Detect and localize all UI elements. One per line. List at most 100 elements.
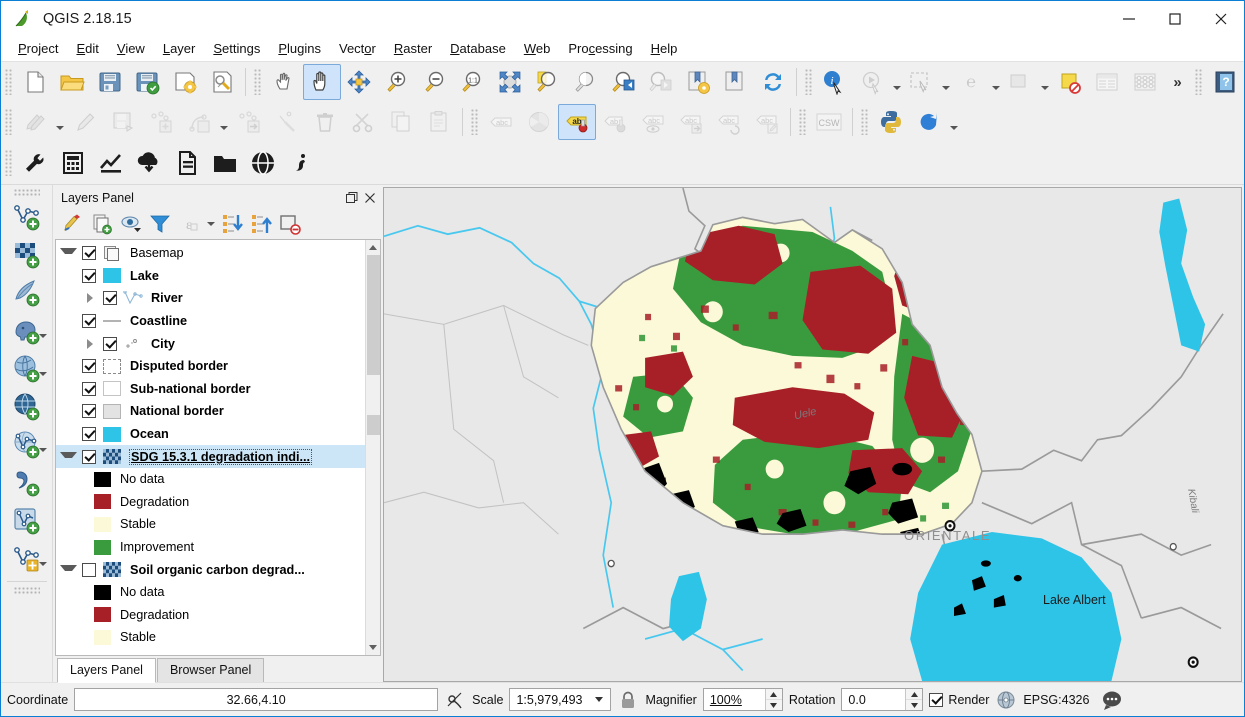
add-raster-layer-button[interactable]: [5, 236, 49, 274]
python-console-button[interactable]: [872, 104, 910, 140]
add-wcs-layer-button[interactable]: [5, 388, 49, 426]
minimize-button[interactable]: [1106, 1, 1152, 36]
coordinate-toggle-icon[interactable]: [444, 689, 466, 711]
layer-node-sdg-degradation[interactable]: SDG 15.3.1 degradation indi...: [56, 445, 365, 468]
stepper-down-icon[interactable]: [906, 700, 922, 710]
layer-node-coastline[interactable]: Coastline: [56, 310, 365, 333]
messages-bubble-icon[interactable]: [1101, 689, 1123, 711]
add-wms-layer-button[interactable]: [5, 350, 49, 388]
select-features-dropdown-caret[interactable]: [940, 64, 952, 100]
menu-raster[interactable]: Raster: [385, 38, 441, 59]
scale-combobox[interactable]: 1:5,979,493: [509, 688, 611, 711]
add-feature-button[interactable]: [142, 104, 180, 140]
menu-view[interactable]: View: [108, 38, 154, 59]
cut-features-button[interactable]: [344, 104, 382, 140]
layer-checkbox-disputed-border[interactable]: [82, 359, 96, 373]
zoom-to-selection-button[interactable]: [529, 64, 567, 100]
lock-scale-icon[interactable]: [617, 689, 639, 711]
layer-node-river[interactable]: River: [56, 287, 365, 310]
new-bookmark-button[interactable]: [679, 64, 717, 100]
magnifier-spinbox[interactable]: 100%: [703, 688, 783, 711]
tab-layers-panel[interactable]: Layers Panel: [57, 658, 156, 683]
plugin-manager-button[interactable]: [910, 104, 948, 140]
layers-tree[interactable]: Basemap Lake: [56, 240, 365, 655]
toolbar-grip[interactable]: [805, 69, 813, 95]
close-panel-icon[interactable]: [361, 189, 379, 207]
zoom-last-button[interactable]: [604, 64, 642, 100]
trends-earth-calculate-button[interactable]: [54, 145, 92, 181]
rotation-stepper[interactable]: [905, 689, 922, 710]
crs-globe-icon[interactable]: [995, 689, 1017, 711]
trends-earth-about-button[interactable]: [282, 145, 320, 181]
node-tool-button[interactable]: [180, 104, 218, 140]
diagram-properties-button[interactable]: [520, 104, 558, 140]
layer-checkbox-coastline[interactable]: [82, 314, 96, 328]
field-calculator-button[interactable]: [1126, 64, 1164, 100]
rotation-spinbox[interactable]: 0.0: [841, 688, 923, 711]
pin-labels-button[interactable]: ab: [596, 104, 634, 140]
layer-checkbox-river[interactable]: [103, 291, 117, 305]
add-vector-layer-button[interactable]: [5, 198, 49, 236]
pan-to-selection-button[interactable]: [341, 64, 379, 100]
trends-earth-visualization-button[interactable]: [244, 145, 282, 181]
layer-node-disputed-border[interactable]: Disputed border: [56, 355, 365, 378]
chevron-down-icon[interactable]: [590, 697, 608, 702]
close-button[interactable]: [1198, 1, 1244, 36]
save-project-as-button[interactable]: [129, 64, 167, 100]
menu-processing[interactable]: Processing: [559, 38, 641, 59]
show-hide-labels-button[interactable]: abc: [634, 104, 672, 140]
zoom-native-button[interactable]: 1:1: [453, 64, 491, 100]
filter-expression-caret[interactable]: [204, 211, 217, 237]
layer-node-national-border[interactable]: National border: [56, 400, 365, 423]
select-features-button[interactable]: [903, 64, 941, 100]
chevron-down-icon[interactable]: [60, 244, 77, 262]
maximize-button[interactable]: [1152, 1, 1198, 36]
identify-features-button[interactable]: i: [816, 64, 854, 100]
toolbar-grip[interactable]: [471, 109, 479, 135]
float-panel-icon[interactable]: [343, 189, 361, 207]
refresh-button[interactable]: [754, 64, 792, 100]
layer-node-lake[interactable]: Lake: [56, 265, 365, 288]
render-checkbox[interactable]: Render: [929, 693, 989, 707]
chevron-down-icon[interactable]: [39, 372, 47, 376]
add-group-button[interactable]: [88, 211, 116, 237]
stepper-down-icon[interactable]: [766, 700, 782, 710]
layer-styling-button[interactable]: [59, 211, 87, 237]
layer-checkbox-ocean[interactable]: [82, 427, 96, 441]
chevron-down-icon[interactable]: [39, 562, 47, 566]
menu-settings[interactable]: Settings: [204, 38, 269, 59]
toolbar-grip[interactable]: [1195, 69, 1203, 95]
menu-help[interactable]: Help: [642, 38, 687, 59]
open-project-button[interactable]: [54, 64, 92, 100]
scrollbar-thumb[interactable]: [367, 255, 380, 375]
trends-earth-report-button[interactable]: [168, 145, 206, 181]
layer-node-basemap[interactable]: Basemap: [56, 242, 365, 265]
menu-edit[interactable]: Edit: [67, 38, 107, 59]
node-tool-dropdown-caret[interactable]: [218, 104, 230, 140]
trends-earth-load-data-button[interactable]: [206, 145, 244, 181]
toolbar-grip[interactable]: [799, 109, 807, 135]
chevron-down-icon[interactable]: [60, 448, 77, 466]
add-wfs-layer-button[interactable]: [5, 426, 49, 464]
run-feature-action-button[interactable]: [853, 64, 891, 100]
layer-node-soil-organic-carbon[interactable]: Soil organic carbon degrad...: [56, 558, 365, 581]
layer-checkbox-basemap[interactable]: [82, 246, 96, 260]
toolbar-grip[interactable]: [861, 109, 869, 135]
menu-plugins[interactable]: Plugins: [269, 38, 330, 59]
pan-map-button[interactable]: [303, 64, 341, 100]
layer-node-ocean[interactable]: Ocean: [56, 423, 365, 446]
chevron-right-icon[interactable]: [81, 335, 98, 353]
move-label-button[interactable]: abc: [672, 104, 710, 140]
menu-web[interactable]: Web: [515, 38, 560, 59]
toolbar-grip[interactable]: [14, 189, 40, 196]
feature-action-dropdown-caret[interactable]: [891, 64, 903, 100]
add-delimited-text-layer-button[interactable]: [5, 464, 49, 502]
new-shapefile-layer-button[interactable]: [5, 502, 49, 540]
save-layer-edits-button[interactable]: [104, 104, 142, 140]
coordinate-input[interactable]: 32.66,4.10: [74, 688, 438, 711]
add-spatialite-layer-button[interactable]: [5, 274, 49, 312]
copy-features-button[interactable]: [382, 104, 420, 140]
zoom-in-button[interactable]: [378, 64, 416, 100]
layer-checkbox-sub-national-border[interactable]: [82, 382, 96, 396]
move-feature-button[interactable]: [230, 104, 268, 140]
